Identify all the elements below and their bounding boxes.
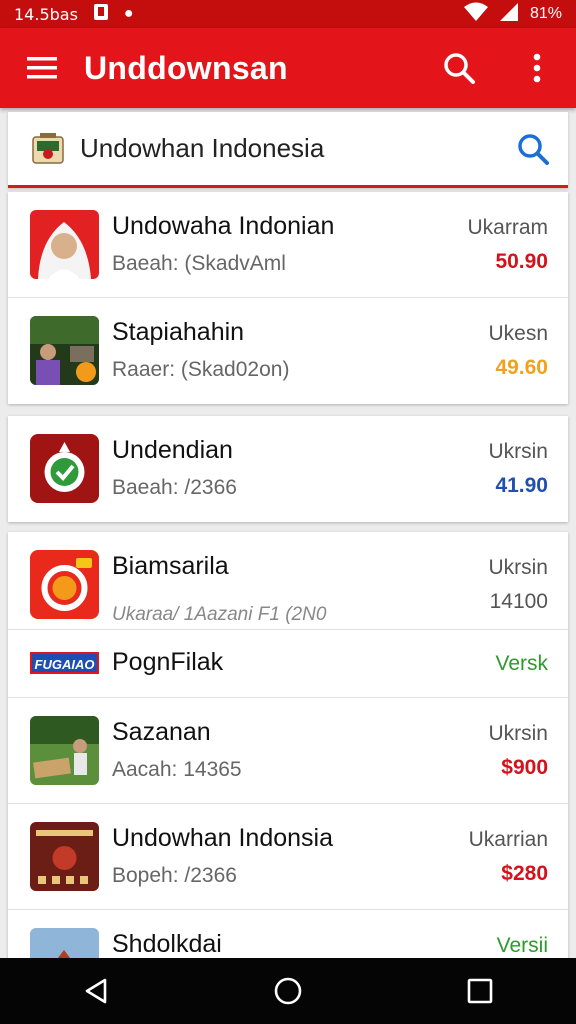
- item-subtitle: Ukaraa/ 1Aazani F1 (2N0: [112, 604, 327, 625]
- item-label: Versk: [495, 652, 548, 675]
- overflow-menu-button[interactable]: [498, 28, 576, 108]
- item-title: Shdolkdai: [112, 930, 222, 958]
- item-title: Undendian: [112, 436, 233, 464]
- item-thumbnail: [30, 434, 99, 503]
- item-title: PognFilak: [112, 648, 224, 676]
- item-title: Biamsarila: [112, 552, 229, 580]
- battery-percent: 81%: [529, 5, 562, 22]
- item-label: Ukarrian: [468, 828, 548, 851]
- item-tag: FUGAIAO: [30, 652, 99, 674]
- item-label: Ukarram: [467, 216, 548, 239]
- list-item[interactable]: Undendian Baeah: /2366 Ukrsin 41.90: [8, 416, 568, 522]
- results-card-2: Undendian Baeah: /2366 Ukrsin 41.90: [8, 416, 568, 522]
- item-thumbnail: [30, 716, 99, 785]
- item-subtitle: Baeah: (SkadvAml: [112, 252, 286, 275]
- search-icon: [444, 53, 475, 84]
- recents-button[interactable]: [440, 958, 520, 1024]
- hamburger-icon: [27, 57, 57, 79]
- item-price: 14100: [489, 590, 548, 613]
- item-label: Ukesn: [488, 322, 548, 345]
- search-button[interactable]: [420, 28, 498, 108]
- item-label: Ukrsin: [488, 556, 548, 579]
- item-thumbnail: [30, 822, 99, 891]
- item-subtitle: Bopeh: /2366: [112, 864, 237, 887]
- more-vert-icon: [533, 53, 541, 83]
- item-title: Stapiahahin: [112, 318, 245, 346]
- list-item[interactable]: Stapiahahin Raaer: (Skad02on) Ukesn 49.6…: [8, 298, 568, 404]
- item-thumbnail: [30, 550, 99, 619]
- item-thumbnail: [30, 210, 99, 279]
- list-item[interactable]: FUGAIAO PognFilak Versk: [8, 630, 568, 698]
- system-nav-bar: [0, 958, 576, 1024]
- item-label: Versii: [496, 934, 548, 957]
- back-button[interactable]: [56, 958, 136, 1024]
- item-price: 49.60: [495, 356, 548, 379]
- list-item[interactable]: Undowaha Indonian Baeah: (SkadvAml Ukarr…: [8, 192, 568, 298]
- list-item[interactable]: Undowhan Indonsia Bopeh: /2366 Ukarrian …: [8, 804, 568, 910]
- recents-square-icon: [467, 978, 493, 1004]
- results-card-1: Undowaha Indonian Baeah: (SkadvAml Ukarr…: [8, 192, 568, 404]
- search-query[interactable]: Undowhan Indonesia: [80, 133, 498, 164]
- notification-icon: [92, 3, 110, 26]
- search-icon: [518, 133, 549, 165]
- dot-icon: ●: [123, 5, 134, 22]
- status-time: 14.5bas: [14, 4, 78, 24]
- back-triangle-icon: [85, 978, 107, 1004]
- home-button[interactable]: [248, 958, 328, 1024]
- results-card-3: Biamsarila Ukaraa/ 1Aazani F1 (2N0 Ukrsi…: [8, 532, 568, 1016]
- item-label: Ukrsin: [488, 440, 548, 463]
- list-item[interactable]: Sazanan Aacah: 14365 Ukrsin $900: [8, 698, 568, 804]
- item-price: 50.90: [495, 250, 548, 273]
- item-subtitle: Aacah: 14365: [112, 758, 242, 781]
- search-field[interactable]: Undowhan Indonesia: [8, 112, 568, 188]
- home-circle-icon: [274, 977, 302, 1005]
- item-subtitle: Raaer: (Skad02on): [112, 358, 290, 381]
- item-price: $900: [501, 756, 548, 779]
- list-item[interactable]: Biamsarila Ukaraa/ 1Aazani F1 (2N0 Ukrsi…: [8, 532, 568, 630]
- wifi-icon: [463, 2, 488, 27]
- item-price: $280: [501, 862, 548, 885]
- app-bar: Unddownsan: [0, 28, 576, 108]
- item-thumbnail: [30, 316, 99, 385]
- item-title: Undowhan Indonsia: [112, 824, 333, 852]
- app-logo-icon: [32, 132, 64, 164]
- signal-icon: [498, 2, 520, 27]
- item-title: Sazanan: [112, 718, 211, 746]
- item-label: Ukrsin: [488, 722, 548, 745]
- menu-button[interactable]: [0, 28, 84, 108]
- item-price: 41.90: [495, 474, 548, 497]
- item-subtitle: Baeah: /2366: [112, 476, 237, 499]
- status-bar: 14.5bas ● 81%: [0, 0, 576, 28]
- app-title: Unddownsan: [84, 49, 288, 86]
- item-title: Undowaha Indonian: [112, 212, 335, 240]
- search-submit-button[interactable]: [498, 133, 568, 165]
